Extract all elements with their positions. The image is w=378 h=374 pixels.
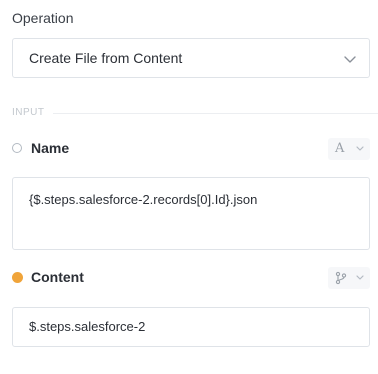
name-field-label: Name [31, 140, 70, 156]
content-input[interactable]: $.steps.salesforce-2 [12, 307, 370, 347]
content-field-header: Content [12, 267, 370, 289]
name-status-dot [12, 143, 22, 153]
chevron-down-icon [356, 146, 364, 151]
operation-select[interactable]: Create File from Content [12, 38, 370, 78]
branch-icon [335, 271, 347, 285]
content-status-dot [12, 272, 23, 283]
operation-select-value: Create File from Content [29, 50, 183, 66]
input-section-title: INPUT [12, 106, 53, 120]
content-field-label: Content [31, 269, 84, 285]
name-input[interactable]: {$.steps.salesforce-2.records[0].Id}.jso… [12, 177, 370, 250]
operation-label: Operation [12, 10, 74, 26]
content-type-toggle[interactable] [328, 267, 370, 289]
input-section-divider: INPUT [12, 106, 378, 120]
chevron-down-icon [344, 56, 356, 63]
chevron-down-icon [356, 275, 364, 280]
text-type-icon: A [335, 141, 345, 156]
divider-line [12, 113, 378, 114]
name-field-header: Name A [12, 138, 370, 160]
name-type-toggle[interactable]: A [328, 138, 370, 160]
